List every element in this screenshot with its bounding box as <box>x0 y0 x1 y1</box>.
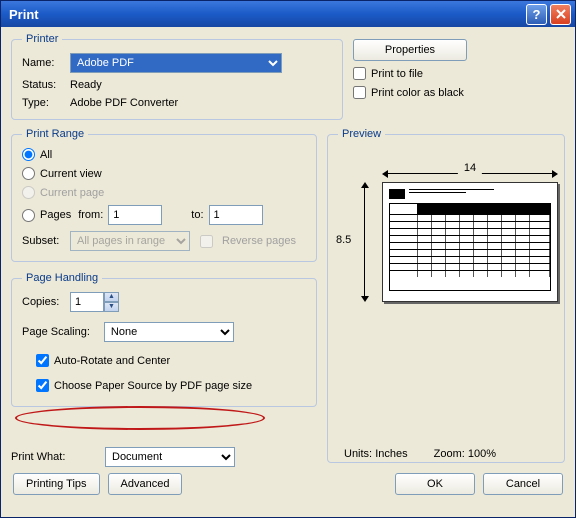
page-handling-group: Page Handling Copies: ▲ ▼ Page Scaling: <box>11 272 317 407</box>
cancel-button[interactable]: Cancel <box>483 473 563 495</box>
copies-up-icon[interactable]: ▲ <box>104 292 119 302</box>
reverse-pages-input <box>200 235 213 248</box>
printing-tips-button[interactable]: Printing Tips <box>13 473 100 495</box>
print-to-file-checkbox[interactable]: Print to file <box>353 67 565 80</box>
auto-rotate-checkbox[interactable]: Auto-Rotate and Center <box>36 354 306 367</box>
advanced-button[interactable]: Advanced <box>108 473 183 495</box>
range-current-page-radio: Current page <box>22 186 306 199</box>
print-what-select[interactable]: Document <box>105 447 235 467</box>
name-label: Name: <box>22 57 70 69</box>
window-title: Print <box>9 7 523 22</box>
range-current-view-label: Current view <box>40 168 102 180</box>
subset-label: Subset: <box>22 235 64 247</box>
range-all-label: All <box>40 149 52 161</box>
print-color-black-input[interactable] <box>353 86 366 99</box>
copies-input[interactable] <box>70 292 104 312</box>
units-value: Inches <box>375 448 407 460</box>
range-current-page-label: Current page <box>40 187 104 199</box>
printer-right-col: Properties Print to file Print color as … <box>353 33 565 120</box>
status-label: Status: <box>22 79 70 91</box>
reverse-pages-label: Reverse pages <box>222 235 296 247</box>
printer-group: Printer Name: Adobe PDF Status: Ready Ty… <box>11 33 343 120</box>
print-to-file-input[interactable] <box>353 67 366 80</box>
copies-down-icon[interactable]: ▼ <box>104 302 119 312</box>
width-value: 14 <box>458 162 482 174</box>
range-pages-label: Pages <box>40 209 71 221</box>
print-to-file-label: Print to file <box>371 68 423 80</box>
height-value: 8.5 <box>336 234 351 246</box>
zoom-label: Zoom: <box>434 448 465 460</box>
close-button[interactable] <box>550 4 571 25</box>
type-label: Type: <box>22 97 70 109</box>
scaling-label: Page Scaling: <box>22 326 90 338</box>
zoom-value: 100% <box>468 448 496 460</box>
subset-select: All pages in range <box>70 231 190 251</box>
handling-legend: Page Handling <box>22 272 102 284</box>
range-from-input[interactable] <box>108 205 162 225</box>
choose-paper-checkbox[interactable]: Choose Paper Source by PDF page size <box>36 379 306 392</box>
close-icon <box>556 9 566 19</box>
scaling-select[interactable]: None <box>104 322 234 342</box>
ok-button[interactable]: OK <box>395 473 475 495</box>
range-current-view-input[interactable] <box>22 167 35 180</box>
auto-rotate-label: Auto-Rotate and Center <box>54 355 170 367</box>
width-dimension: 14 <box>382 166 558 176</box>
auto-rotate-input[interactable] <box>36 354 49 367</box>
height-dimension <box>358 182 370 302</box>
printer-legend: Printer <box>22 33 62 45</box>
range-to-input[interactable] <box>209 205 263 225</box>
properties-button[interactable]: Properties <box>353 39 467 61</box>
preview-legend: Preview <box>338 128 385 140</box>
range-current-page-input <box>22 186 35 199</box>
print-color-black-label: Print color as black <box>371 87 464 99</box>
range-all-radio[interactable]: All <box>22 148 306 161</box>
subset-row: Subset: All pages in range Reverse pages <box>22 231 306 251</box>
titlebar: Print ? <box>1 1 575 27</box>
print-range-group: Print Range All Current view Current pag… <box>11 128 317 262</box>
help-button[interactable]: ? <box>526 4 547 25</box>
range-all-input[interactable] <box>22 148 35 161</box>
range-pages-input[interactable] <box>22 209 35 222</box>
range-legend: Print Range <box>22 128 88 140</box>
choose-paper-label: Choose Paper Source by PDF page size <box>54 380 252 392</box>
copies-spinner[interactable]: ▲ ▼ <box>70 292 119 312</box>
print-color-black-checkbox[interactable]: Print color as black <box>353 86 565 99</box>
choose-paper-input[interactable] <box>36 379 49 392</box>
range-pages-row: Pages from: to: <box>22 205 306 225</box>
units-label: Units: <box>344 448 372 460</box>
printer-name-select[interactable]: Adobe PDF <box>70 53 282 73</box>
range-to-label: to: <box>191 209 203 221</box>
print-what-label: Print What: <box>11 451 91 463</box>
range-from-label: from: <box>78 209 103 221</box>
type-value: Adobe PDF Converter <box>70 97 178 109</box>
copies-label: Copies: <box>22 296 70 308</box>
range-current-view-radio[interactable]: Current view <box>22 167 306 180</box>
preview-area: 14 8.5 <box>338 152 554 412</box>
preview-group: Preview 14 8.5 <box>327 128 565 463</box>
page-thumbnail <box>382 182 558 302</box>
status-value: Ready <box>70 79 102 91</box>
